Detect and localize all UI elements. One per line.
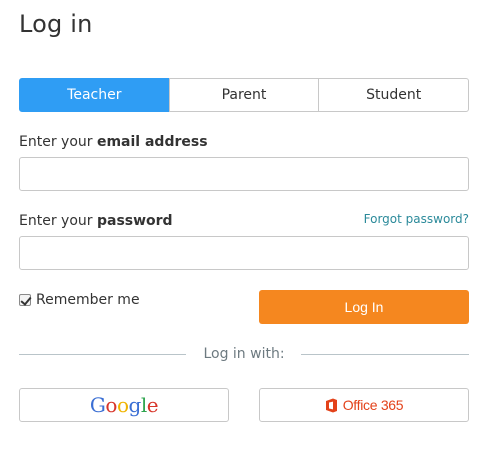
- office-logo-icon: [325, 398, 337, 412]
- office365-logo: Office 365: [325, 397, 404, 413]
- remember-me-checkbox[interactable]: [19, 294, 31, 306]
- email-label: Enter your email address: [19, 134, 208, 150]
- tab-parent[interactable]: Parent: [168, 78, 320, 112]
- email-field[interactable]: [19, 157, 469, 191]
- google-login-button[interactable]: Google: [19, 388, 229, 422]
- tab-teacher[interactable]: Teacher: [19, 78, 170, 112]
- google-logo: Google: [89, 393, 159, 417]
- password-label: Enter your password: [19, 213, 173, 229]
- password-label-prefix: Enter your: [19, 213, 97, 229]
- password-field[interactable]: [19, 236, 469, 270]
- login-button[interactable]: Log In: [259, 290, 469, 324]
- email-label-bold: email address: [96, 134, 208, 150]
- office365-label: Office 365: [342, 397, 404, 413]
- remember-me[interactable]: Remember me: [19, 292, 140, 308]
- login-page: Log in Teacher Parent Student Enter your…: [0, 0, 502, 454]
- tab-student[interactable]: Student: [318, 78, 470, 112]
- divider-line-right: [301, 354, 469, 355]
- forgot-password-link[interactable]: Forgot password?: [364, 212, 469, 226]
- page-title: Log in: [19, 10, 93, 38]
- remember-me-label: Remember me: [36, 292, 140, 308]
- office365-login-button[interactable]: Office 365: [259, 388, 469, 422]
- password-label-bold: password: [96, 213, 173, 229]
- email-label-prefix: Enter your: [19, 134, 97, 150]
- role-tabs: Teacher Parent Student: [19, 78, 470, 112]
